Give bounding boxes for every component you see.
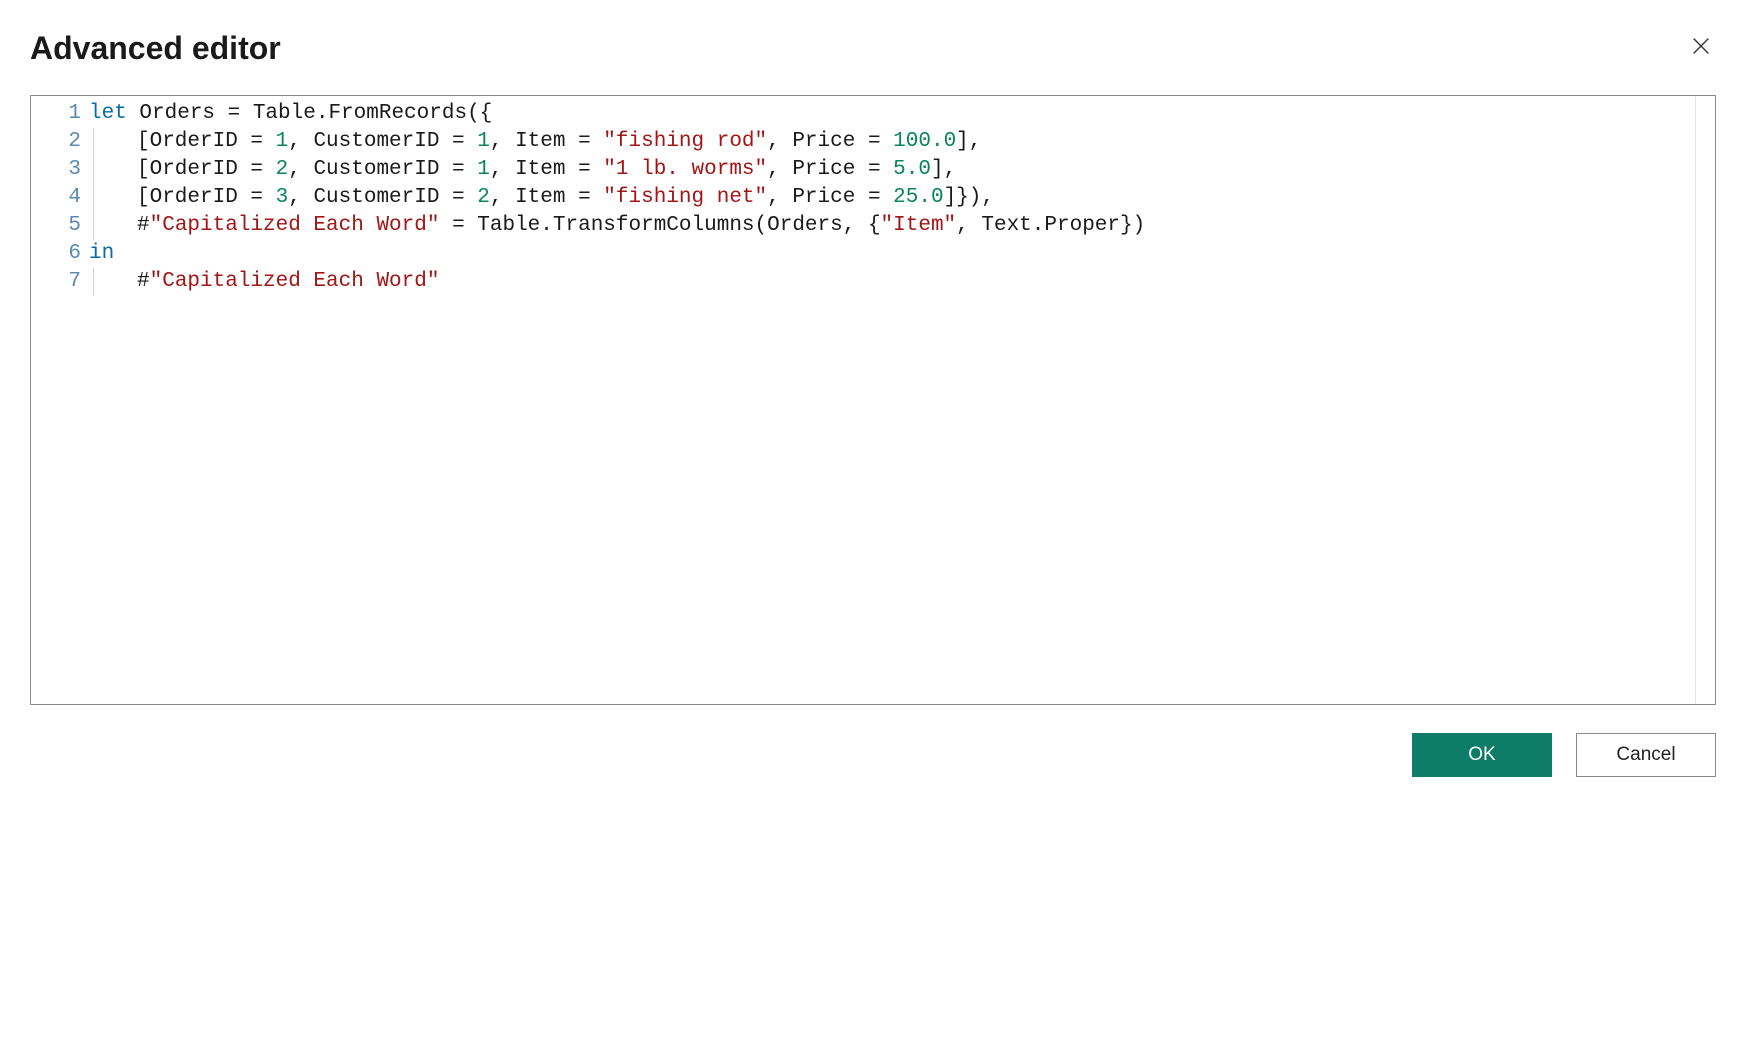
code-token: , Item = — [490, 158, 603, 181]
code-text-area[interactable]: let Orders = Table.FromRecords({[OrderID… — [89, 100, 1715, 704]
code-token: 1 — [276, 130, 289, 153]
code-token: # — [137, 270, 150, 293]
line-number-gutter: 1234567 — [31, 100, 89, 704]
dialog-title: Advanced editor — [30, 30, 281, 67]
code-token: let — [89, 102, 127, 125]
code-token: 1 — [477, 158, 490, 181]
code-token: 25.0 — [893, 186, 943, 209]
vertical-scrollbar[interactable] — [1695, 96, 1715, 704]
code-token: , CustomerID = — [288, 186, 477, 209]
code-token: "Capitalized Each Word" — [150, 270, 440, 293]
code-token: , CustomerID = — [288, 158, 477, 181]
code-line: [OrderID = 1, CustomerID = 1, Item = "fi… — [89, 128, 1715, 156]
code-token: , Item = — [490, 130, 603, 153]
indent-guide — [93, 268, 137, 296]
code-token: ], — [931, 158, 956, 181]
line-number: 5 — [31, 212, 81, 240]
indent-guide — [93, 156, 137, 184]
code-token: 1 — [477, 130, 490, 153]
line-number: 3 — [31, 156, 81, 184]
code-token: ]}), — [944, 186, 994, 209]
code-token: 3 — [276, 186, 289, 209]
indent-guide — [93, 184, 137, 212]
code-line: #"Capitalized Each Word" — [89, 268, 1715, 296]
code-line: #"Capitalized Each Word" = Table.Transfo… — [89, 212, 1715, 240]
code-token: 2 — [477, 186, 490, 209]
code-token: [OrderID = — [137, 186, 276, 209]
code-token: [OrderID = — [137, 130, 276, 153]
cancel-button[interactable]: Cancel — [1576, 733, 1716, 777]
code-token: Orders = Table.FromRecords({ — [127, 102, 492, 125]
code-token: , CustomerID = — [288, 130, 477, 153]
code-token: , Price = — [767, 186, 893, 209]
code-line: [OrderID = 3, CustomerID = 2, Item = "fi… — [89, 184, 1715, 212]
code-token: = Table.TransformColumns(Orders, { — [439, 214, 880, 237]
code-token: 100.0 — [893, 130, 956, 153]
ok-button[interactable]: OK — [1412, 733, 1552, 777]
code-editor[interactable]: 1234567 let Orders = Table.FromRecords({… — [30, 95, 1716, 705]
indent-guide — [93, 128, 137, 156]
code-token: , Text.Proper}) — [956, 214, 1145, 237]
code-token: , Price = — [767, 130, 893, 153]
code-line: [OrderID = 2, CustomerID = 1, Item = "1 … — [89, 156, 1715, 184]
code-token: "Capitalized Each Word" — [150, 214, 440, 237]
line-number: 2 — [31, 128, 81, 156]
code-token: "1 lb. worms" — [603, 158, 767, 181]
dialog-header: Advanced editor — [30, 30, 1716, 67]
code-token: "fishing net" — [603, 186, 767, 209]
line-number: 6 — [31, 240, 81, 268]
code-token: 5.0 — [893, 158, 931, 181]
close-icon — [1690, 44, 1712, 61]
code-line: let Orders = Table.FromRecords({ — [89, 100, 1715, 128]
code-token: in — [89, 242, 114, 265]
code-token: , Item = — [490, 186, 603, 209]
indent-guide — [93, 212, 137, 240]
code-token: [OrderID = — [137, 158, 276, 181]
line-number: 4 — [31, 184, 81, 212]
code-token: 2 — [276, 158, 289, 181]
dialog-footer: OK Cancel — [30, 733, 1716, 777]
close-button[interactable] — [1686, 31, 1716, 66]
code-line: in — [89, 240, 1715, 268]
line-number: 7 — [31, 268, 81, 296]
line-number: 1 — [31, 100, 81, 128]
code-token: # — [137, 214, 150, 237]
code-token: "fishing rod" — [603, 130, 767, 153]
code-token: ], — [956, 130, 981, 153]
code-token: "Item" — [881, 214, 957, 237]
code-token: , Price = — [767, 158, 893, 181]
